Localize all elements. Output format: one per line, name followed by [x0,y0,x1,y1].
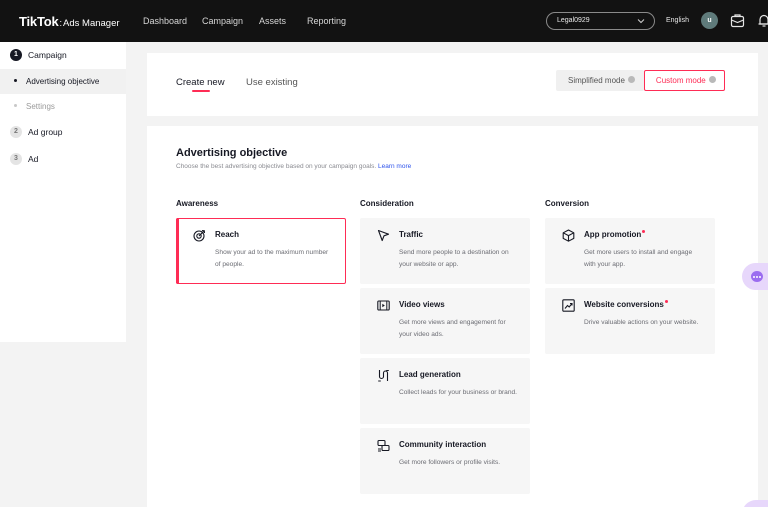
step-label: Ad group [28,127,63,137]
sidebar-item-label: Settings [26,102,55,111]
objective-description: Get more users to install and engage wit… [584,249,693,268]
objective-title: Reach [215,230,240,239]
objective-description: Get more views and engagement for your v… [399,319,506,338]
step-number: 1 [10,49,22,61]
account-name: Legal0929 [557,17,590,24]
briefcase-icon[interactable] [730,13,745,28]
step-number: 2 [10,126,22,138]
logo-main: TikTok [19,14,59,29]
objective-title: Community interaction [399,440,487,449]
objective-description: Drive valuable actions on your website. [584,319,699,326]
column-consideration: Consideration [360,199,414,208]
mode-toggle: Simplified mode Custom mode [556,70,725,91]
language-selector[interactable]: English [666,17,689,24]
objective-description: Show your ad to the maximum number of pe… [215,249,329,268]
campaign-source-card: Create new Use existing Simplified mode … [147,53,758,116]
simplified-mode-button[interactable]: Simplified mode [556,70,644,91]
bullet-icon [14,104,17,108]
chat-support-button[interactable] [742,263,768,290]
nav-dashboard[interactable]: Dashboard [143,16,187,26]
tab-underline [192,90,210,92]
nav-assets[interactable]: Assets [259,16,286,26]
sidebar-step-ad[interactable]: 3 Ad [10,153,38,165]
section-subtitle: Choose the best advertising objective ba… [176,163,411,170]
objective-video-views[interactable]: Video views Get more views and engagemen… [360,288,530,354]
objective-lead-generation[interactable]: Lead generation Collect leads for your b… [360,358,530,424]
chat-bubble-icon [751,271,763,282]
cube-icon [562,229,575,242]
objective-title: Traffic [399,230,424,239]
objective-reach[interactable]: Reach Show your ad to the maximum number… [176,218,346,284]
subtitle-text: Choose the best advertising objective ba… [176,163,377,170]
tiktok-ads-logo[interactable]: TikTok : Ads Manager [19,14,120,29]
objective-title: Website conversions [584,300,668,309]
mode-label: Simplified mode [568,76,625,85]
mode-label: Custom mode [655,76,706,85]
logo-separator: : [59,18,63,28]
objective-traffic[interactable]: Traffic Send more people to a destinatio… [360,218,530,284]
nav-reporting[interactable]: Reporting [307,16,346,26]
objective-description: Get more followers or profile visits. [399,459,501,466]
step-label: Ad [28,154,39,164]
objective-title-text: App promotion [584,230,642,239]
sidebar-step-campaign[interactable]: 1 Campaign [10,49,67,61]
nav-campaign[interactable]: Campaign [202,16,243,26]
logo-sub: Ads Manager [63,18,120,29]
tab-use-existing[interactable]: Use existing [246,77,298,88]
community-chat-icon [377,439,390,452]
section-title: Advertising objective [176,147,288,159]
chevron-down-icon [637,19,645,24]
objective-title: Lead generation [399,370,461,379]
video-film-icon [377,300,390,311]
new-indicator-dot [642,230,646,233]
column-conversion: Conversion [545,199,590,208]
objective-website-conversions[interactable]: Website conversions Drive valuable actio… [545,288,715,354]
objective-community-interaction[interactable]: Community interaction Get more followers… [360,428,530,494]
sidebar-step-ad-group[interactable]: 2 Ad group [10,126,63,138]
cursor-arrow-icon [377,229,390,242]
objective-title: App promotion [584,230,646,239]
step-label: Campaign [28,50,67,60]
sidebar-item-settings[interactable]: Settings [0,94,126,119]
sidebar-item-label: Advertising objective [26,77,100,86]
step-number: 3 [10,153,22,165]
info-icon [627,76,635,84]
advertising-objective-card: Advertising objective Choose the best ad… [147,126,758,507]
bullet-icon [14,79,17,83]
target-icon [193,229,206,242]
bell-icon[interactable] [757,13,768,28]
sidebar-item-advertising-objective[interactable]: Advertising objective [0,69,126,94]
tab-create-new[interactable]: Create new [176,77,225,88]
column-awareness: Awareness [176,199,219,208]
account-selector[interactable]: Legal0929 [546,12,655,30]
avatar[interactable]: u [701,12,718,29]
objective-description: Send more people to a destination on you… [399,249,509,268]
objective-description: Collect leads for your business or brand… [399,389,518,396]
learn-more-link[interactable]: Learn more [378,163,411,170]
trend-chart-icon [562,299,575,312]
magnet-icon [378,369,389,382]
objective-title-text: Website conversions [584,300,664,309]
info-icon [708,76,716,84]
new-indicator-dot [664,300,668,303]
custom-mode-button[interactable]: Custom mode [643,70,725,91]
objective-app-promotion[interactable]: App promotion Get more users to install … [545,218,715,284]
sidebar: 1 Campaign Advertising objective Setting… [0,42,126,342]
top-bar: TikTok : Ads Manager Dashboard Campaign … [0,0,768,42]
objective-title: Video views [399,300,445,309]
